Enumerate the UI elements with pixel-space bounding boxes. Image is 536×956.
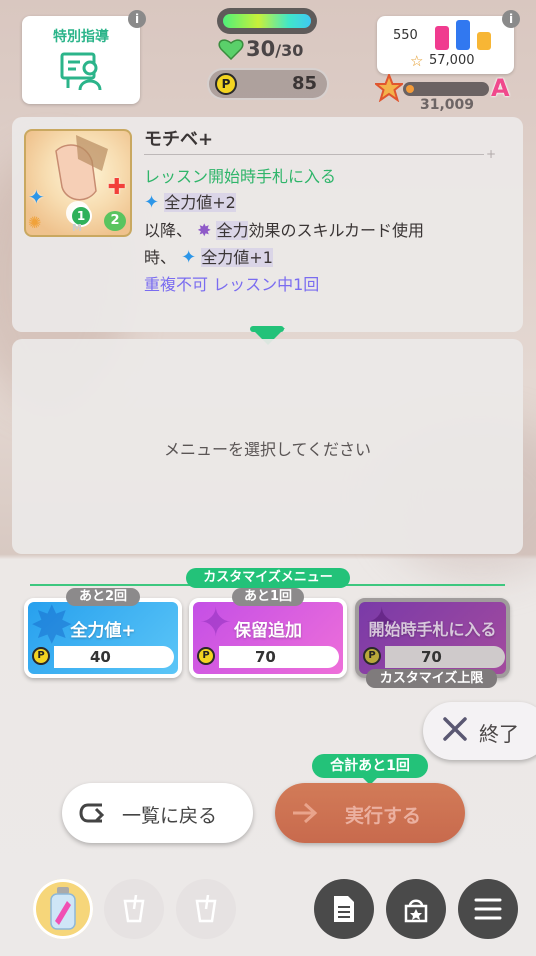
- stamina-bar: [217, 8, 317, 34]
- gain-badge: 2: [104, 211, 126, 231]
- option-cost-box: P 40: [32, 646, 174, 668]
- line2-keyword: 全力: [216, 221, 249, 240]
- rank-progress-bar: [403, 82, 489, 96]
- rank-star-icon: [373, 72, 405, 103]
- customize-title: カスタマイズメニュー: [186, 568, 350, 588]
- full-power-stance-icon: ✸: [197, 221, 212, 241]
- option-label: 全力値+: [70, 621, 136, 641]
- plus-small-icon: +: [486, 147, 497, 161]
- title-underline: [144, 154, 484, 155]
- effect-1-text: 全力値+2: [164, 193, 236, 212]
- menu-button[interactable]: [458, 879, 518, 939]
- goal-bar-blue: [456, 20, 470, 50]
- cup-icon: [123, 894, 145, 927]
- rank-score: 31,009: [420, 97, 475, 113]
- p-coin-icon: P: [197, 647, 215, 665]
- card-letter: M: [72, 223, 82, 234]
- points-display: P 85: [207, 68, 329, 100]
- info-icon[interactable]: i: [502, 10, 520, 28]
- document-icon: [332, 894, 356, 928]
- info-icon[interactable]: i: [128, 10, 146, 28]
- drink-slot-empty[interactable]: [176, 879, 236, 939]
- end-label: 終了: [479, 722, 519, 746]
- star-outline-icon: ☆: [410, 52, 424, 70]
- goal-bar-yellow: [477, 32, 491, 50]
- restriction-text: 重複不可 レッスン中1回: [144, 275, 320, 294]
- goal-bar-pink: [435, 26, 449, 50]
- option-label: 開始時手札に入る: [368, 620, 497, 639]
- special-instruction-card[interactable]: 特別指導 i: [22, 10, 146, 104]
- close-icon: [441, 715, 469, 747]
- effect-line-2: 以降、 ✸ 全力効果のスキルカード使用: [144, 217, 424, 241]
- option-remaining: あと2回: [66, 588, 140, 606]
- goal-star-value: 57,000: [429, 53, 475, 68]
- lesson-board-icon: [60, 50, 102, 92]
- execute-label: 実行する: [345, 805, 422, 827]
- sparkle-orange-icon: ✺: [28, 213, 42, 232]
- option-cost: 40: [90, 648, 111, 666]
- p-coin-icon: P: [32, 647, 50, 665]
- menu-placeholder: メニューを選択してください: [163, 440, 372, 459]
- option-remaining: あと1回: [232, 588, 304, 606]
- special-instruction-title: 特別指導: [53, 29, 109, 45]
- heart-icon: [218, 38, 244, 61]
- skill-card-image: ✚ ✦ 1 2 M ✺: [24, 129, 132, 237]
- menu-selection-panel: メニューを選択してください: [12, 339, 523, 554]
- sparkle-blue-icon: ✦: [28, 185, 45, 209]
- plus-icon: ✚: [107, 175, 126, 200]
- stamina-readout: 30/30: [246, 37, 303, 61]
- drink-slot-empty[interactable]: [104, 879, 164, 939]
- points-value: 85: [291, 73, 317, 94]
- item-box-button[interactable]: [386, 879, 446, 939]
- option-label: 保留追加: [234, 621, 302, 641]
- stamina-current: 30: [246, 37, 276, 61]
- total-remaining-badge: 合計あと1回: [312, 754, 428, 778]
- execute-button[interactable]: 実行する: [275, 783, 465, 843]
- option-cost-box: P 70: [363, 646, 505, 668]
- effect-line-3: 時、 ✦ 全力値+1: [144, 244, 273, 268]
- line3-effect: 全力値+1: [201, 248, 273, 267]
- card-name: モチベ+: [144, 129, 214, 150]
- option-cost-box: P 70: [197, 646, 339, 668]
- line2-suffix: 効果のスキルカード使用: [248, 221, 424, 240]
- p-coin-icon: P: [215, 73, 237, 95]
- rank-grade: A: [491, 74, 510, 102]
- customize-option-start-hand[interactable]: ✦ 開始時手札に入る P 70: [355, 598, 510, 678]
- return-arrow-icon: [78, 801, 106, 829]
- line3-prefix: 時、: [144, 248, 177, 267]
- back-label: 一覧に戻る: [122, 805, 218, 827]
- end-button[interactable]: 終了: [423, 702, 536, 760]
- back-to-list-button[interactable]: 一覧に戻る: [62, 783, 253, 843]
- effect-line-1: ✦ 全力値+2: [144, 189, 236, 213]
- option-cost: 70: [255, 648, 276, 666]
- option-cost: 70: [421, 648, 442, 666]
- full-power-icon: ✦: [181, 247, 197, 268]
- customize-option-full-power[interactable]: ✸ 全力値+ P 40: [24, 598, 182, 678]
- drink-bottle-icon: [47, 887, 79, 931]
- item-box-icon: [401, 894, 431, 928]
- deck-list-button[interactable]: [314, 879, 374, 939]
- arrow-right-icon: [291, 801, 319, 829]
- customize-limit-badge: カスタマイズ上限: [366, 669, 497, 688]
- hamburger-icon: [474, 897, 502, 925]
- skill-card-detail: ✚ ✦ 1 2 M ✺ モチベ+ + レッスン開始時手札に入る ✦ 全力値+2 …: [12, 117, 523, 332]
- trigger-text: レッスン開始時手札に入る: [144, 167, 337, 186]
- customize-option-hold-add[interactable]: ✦ 保留追加 P 70: [189, 598, 347, 678]
- goal-left-value: 550: [393, 28, 418, 43]
- stamina-fill: [223, 14, 311, 28]
- stamina-max: 30: [281, 41, 304, 60]
- rank-progress-fill: [406, 85, 414, 93]
- p-coin-icon: P: [363, 647, 381, 665]
- goal-card[interactable]: 550 ☆ 57,000 i: [377, 10, 520, 74]
- drink-slot-filled[interactable]: [33, 879, 93, 939]
- full-power-icon: ✦: [144, 192, 160, 213]
- cup-icon: [195, 894, 217, 927]
- line2-prefix: 以降、: [144, 221, 193, 240]
